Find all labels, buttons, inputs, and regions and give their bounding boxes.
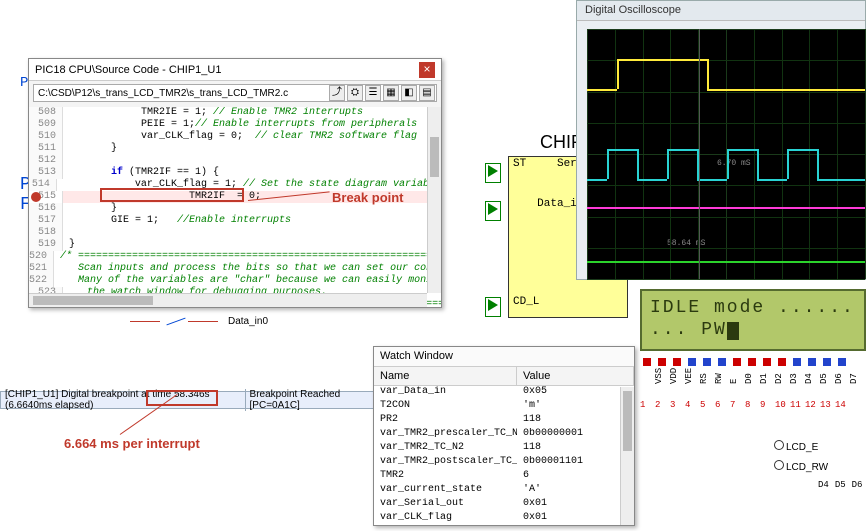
- status-left: [CHIP1_U1] Digital breakpoint at time 58…: [5, 389, 246, 411]
- breakpoint-icon[interactable]: [31, 192, 41, 202]
- scope-canvas[interactable]: 6.70 mS 58.64 mS: [587, 29, 865, 279]
- lcd-pin: VSS1: [640, 356, 654, 368]
- watch-row[interactable]: var_CLK_flag0x01: [374, 512, 634, 526]
- code-line[interactable]: 519}: [29, 239, 441, 251]
- port-arrow-icon: [485, 163, 501, 183]
- chip-pin-l: ST: [513, 158, 526, 170]
- watch-row[interactable]: PR2118: [374, 414, 634, 428]
- window-titlebar[interactable]: PIC18 CPU\Source Code - CHIP1_U1 ×: [29, 59, 441, 81]
- watch-row[interactable]: var_Data_in0x05: [374, 386, 634, 400]
- status-bar: [CHIP1_U1] Digital breakpoint at time 58…: [0, 391, 374, 409]
- code-line[interactable]: 513 if (TMR2IF == 1) {: [29, 167, 441, 179]
- switch-symbol: [130, 314, 220, 328]
- tool-icon[interactable]: ▤: [419, 85, 435, 101]
- annotation-breakpoint: Break point: [332, 190, 404, 205]
- scrollbar-thumb[interactable]: [623, 391, 632, 451]
- code-line[interactable]: 517 GIE = 1; //Enable interrupts: [29, 215, 441, 227]
- col-value[interactable]: Value: [517, 367, 634, 385]
- watch-row[interactable]: var_current_state'A': [374, 484, 634, 498]
- tool-icon[interactable]: ⤴: [329, 85, 345, 101]
- lcd-pin: RW5: [700, 356, 714, 368]
- code-line[interactable]: 510 var_CLK_flag = 0; // clear TMR2 soft…: [29, 131, 441, 143]
- signal-lcd-rw: LCD_RW: [774, 460, 828, 473]
- source-toolbar: ⤴ ⛭ ☰ ▦ ◧ ▤: [329, 85, 435, 101]
- lcd-line2: ... PW: [650, 319, 856, 341]
- lcd-pin: D613: [820, 356, 834, 368]
- watch-header: Name Value: [374, 367, 634, 386]
- watch-row[interactable]: var_TMR2_postscaler_TC_N30b00001101: [374, 456, 634, 470]
- lcd-pin: RS4: [685, 356, 699, 368]
- lcd-pin: D29: [760, 356, 774, 368]
- chip-pin-l: CD_L: [513, 296, 539, 308]
- close-icon[interactable]: ×: [419, 62, 435, 78]
- col-name[interactable]: Name: [374, 367, 517, 385]
- lcd-pin: D07: [730, 356, 744, 368]
- watch-row[interactable]: T2CON'm': [374, 400, 634, 414]
- lcd-pin: D714: [835, 356, 849, 368]
- oscilloscope-window[interactable]: Digital Oscilloscope 6.70 mS 58.64 mS: [576, 0, 866, 280]
- scope-title[interactable]: Digital Oscilloscope: [577, 1, 865, 21]
- code-line[interactable]: 518: [29, 227, 441, 239]
- lcd-line1: IDLE mode ......: [650, 297, 856, 319]
- code-line[interactable]: 509 PEIE = 1;// Enable interrupts from p…: [29, 119, 441, 131]
- status-right: Breakpoint Reached [PC=0A1C]: [250, 389, 369, 411]
- scrollbar-vertical[interactable]: [427, 107, 441, 293]
- watch-row[interactable]: var_TMR2_prescaler_TC_N10b00000001: [374, 428, 634, 442]
- lcd-pin: E6: [715, 356, 729, 368]
- tool-icon[interactable]: ⛭: [347, 85, 363, 101]
- window-title: PIC18 CPU\Source Code - CHIP1_U1: [35, 64, 221, 76]
- lcd-pin: D512: [805, 356, 819, 368]
- port-arrow-icon: [485, 297, 501, 317]
- scrollbar-thumb[interactable]: [430, 137, 439, 177]
- lcd-pin: VEE3: [670, 356, 684, 368]
- watch-title[interactable]: Watch Window: [374, 347, 634, 367]
- watch-window[interactable]: Watch Window Name Value var_Data_in0x05T…: [373, 346, 635, 526]
- tool-icon[interactable]: ◧: [401, 85, 417, 101]
- lcd-pins: VSS1VDD2VEE3RS4RW5E6D07D18D29D310D411D51…: [640, 356, 866, 456]
- code-line[interactable]: 520/* ==================================…: [29, 251, 441, 263]
- source-code-window[interactable]: PIC18 CPU\Source Code - CHIP1_U1 × C:\CS…: [28, 58, 442, 308]
- lcd-display: IDLE mode ...... ... PW: [640, 289, 866, 351]
- code-line[interactable]: 511 }: [29, 143, 441, 155]
- lcd-pin: D310: [775, 356, 789, 368]
- code-line[interactable]: 512: [29, 155, 441, 167]
- annotation-interrupt: 6.664 ms per interrupt: [64, 436, 200, 451]
- scrollbar-vertical[interactable]: [620, 387, 634, 525]
- port-arrow-icon: [485, 201, 501, 221]
- lcd-pin: D18: [745, 356, 759, 368]
- file-path-text: C:\CSD\P12\s_trans_LCD_TMR2\s_trans_LCD_…: [38, 88, 288, 99]
- watch-row[interactable]: var_TMR2_TC_N2118: [374, 442, 634, 456]
- scope-marker: 6.70 mS: [717, 159, 751, 168]
- code-line[interactable]: 508 TMR2IE = 1; // Enable TMR2 interrupt…: [29, 107, 441, 119]
- lcd-pin: D411: [790, 356, 804, 368]
- watch-row[interactable]: var_Serial_out0x01: [374, 498, 634, 512]
- tool-icon[interactable]: ☰: [365, 85, 381, 101]
- code-line[interactable]: 521 Scan inputs and process the bits so …: [29, 263, 441, 275]
- watch-row[interactable]: TMR26: [374, 470, 634, 484]
- code-line[interactable]: 522 Many of the variables are "char" bec…: [29, 275, 441, 287]
- tool-icon[interactable]: ▦: [383, 85, 399, 101]
- scrollbar-thumb[interactable]: [33, 296, 153, 305]
- lcd-pin: VDD2: [655, 356, 669, 368]
- label-data-in0: Data_in0: [228, 316, 268, 327]
- code-area[interactable]: 508 TMR2IE = 1; // Enable TMR2 interrupt…: [29, 107, 441, 307]
- signal-dbus: D4D5D6D7: [818, 480, 866, 490]
- scrollbar-horizontal[interactable]: [29, 293, 427, 307]
